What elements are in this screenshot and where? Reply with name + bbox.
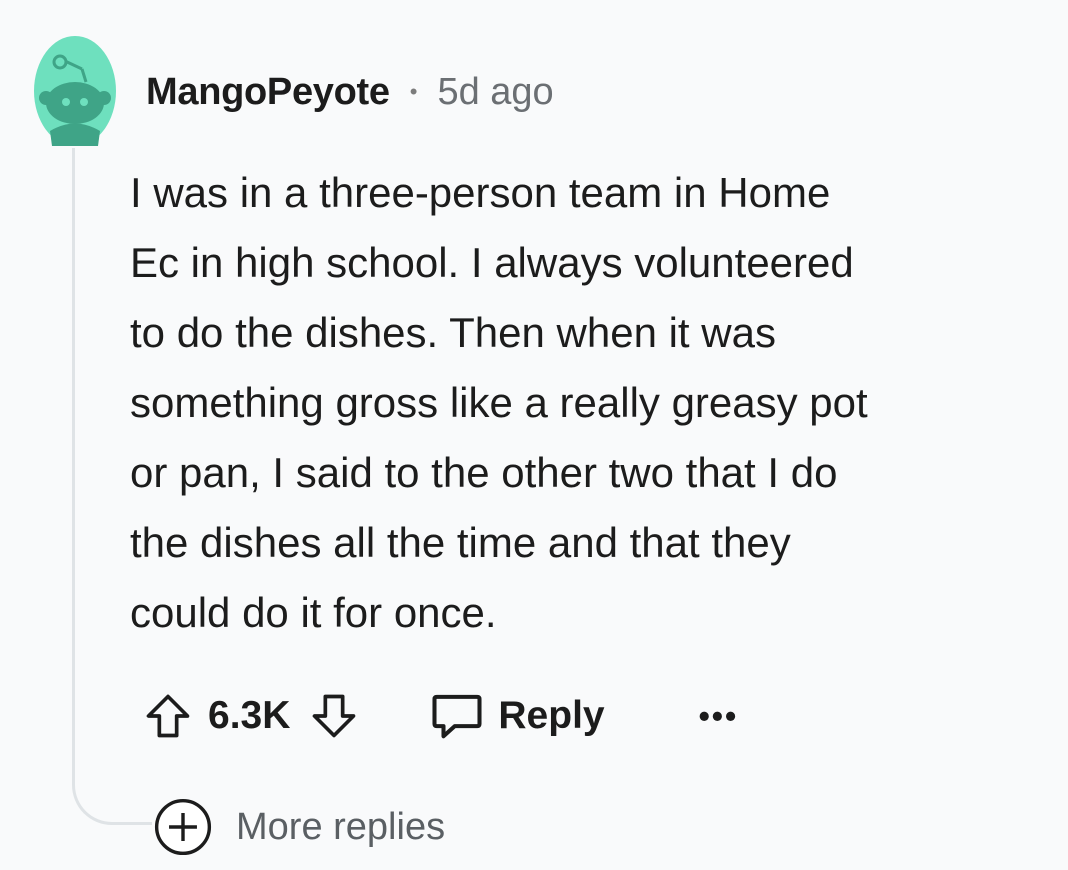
downvote-button[interactable] [308, 690, 360, 742]
username-link[interactable]: MangoPeyote [146, 71, 390, 114]
comment-body-line: or pan, I said to the other two that I d… [130, 449, 838, 496]
comment-header: MangoPeyote • 5d ago [146, 66, 554, 118]
upvote-arrow-icon [146, 694, 190, 738]
plus-circle-icon [154, 798, 212, 856]
comment-body: I was in a three-person team in Home Ec … [130, 158, 1050, 648]
snoo-avatar-icon [34, 36, 116, 146]
timestamp[interactable]: 5d ago [437, 71, 553, 114]
comment-body-line: I was in a three-person team in Home [130, 169, 831, 216]
thread-line[interactable] [72, 148, 75, 778]
reply-button[interactable]: Reply [430, 691, 605, 741]
comment-body-line: the dishes all the time and that they [130, 519, 791, 566]
thread-connector [72, 775, 152, 825]
downvote-arrow-icon [313, 694, 356, 738]
comment-body-line: Ec in high school. I always volunteered [130, 239, 854, 286]
reply-bubble-icon [432, 694, 482, 739]
more-options-button[interactable]: ••• [699, 698, 739, 735]
avatar[interactable] [34, 36, 116, 146]
more-replies-label: More replies [236, 805, 446, 848]
comment-action-bar: 6.3K Reply ••• [142, 680, 738, 752]
more-replies-button[interactable]: More replies [152, 796, 445, 858]
vote-score: 6.3K [208, 694, 291, 737]
comment-body-line: to do the dishes. Then when it was [130, 309, 776, 356]
comment-body-line: could do it for once. [130, 589, 497, 636]
upvote-button[interactable] [142, 690, 194, 742]
comment-body-line: something gross like a really greasy pot [130, 379, 868, 426]
reply-label: Reply [498, 694, 605, 737]
separator-dot: • [409, 79, 418, 104]
